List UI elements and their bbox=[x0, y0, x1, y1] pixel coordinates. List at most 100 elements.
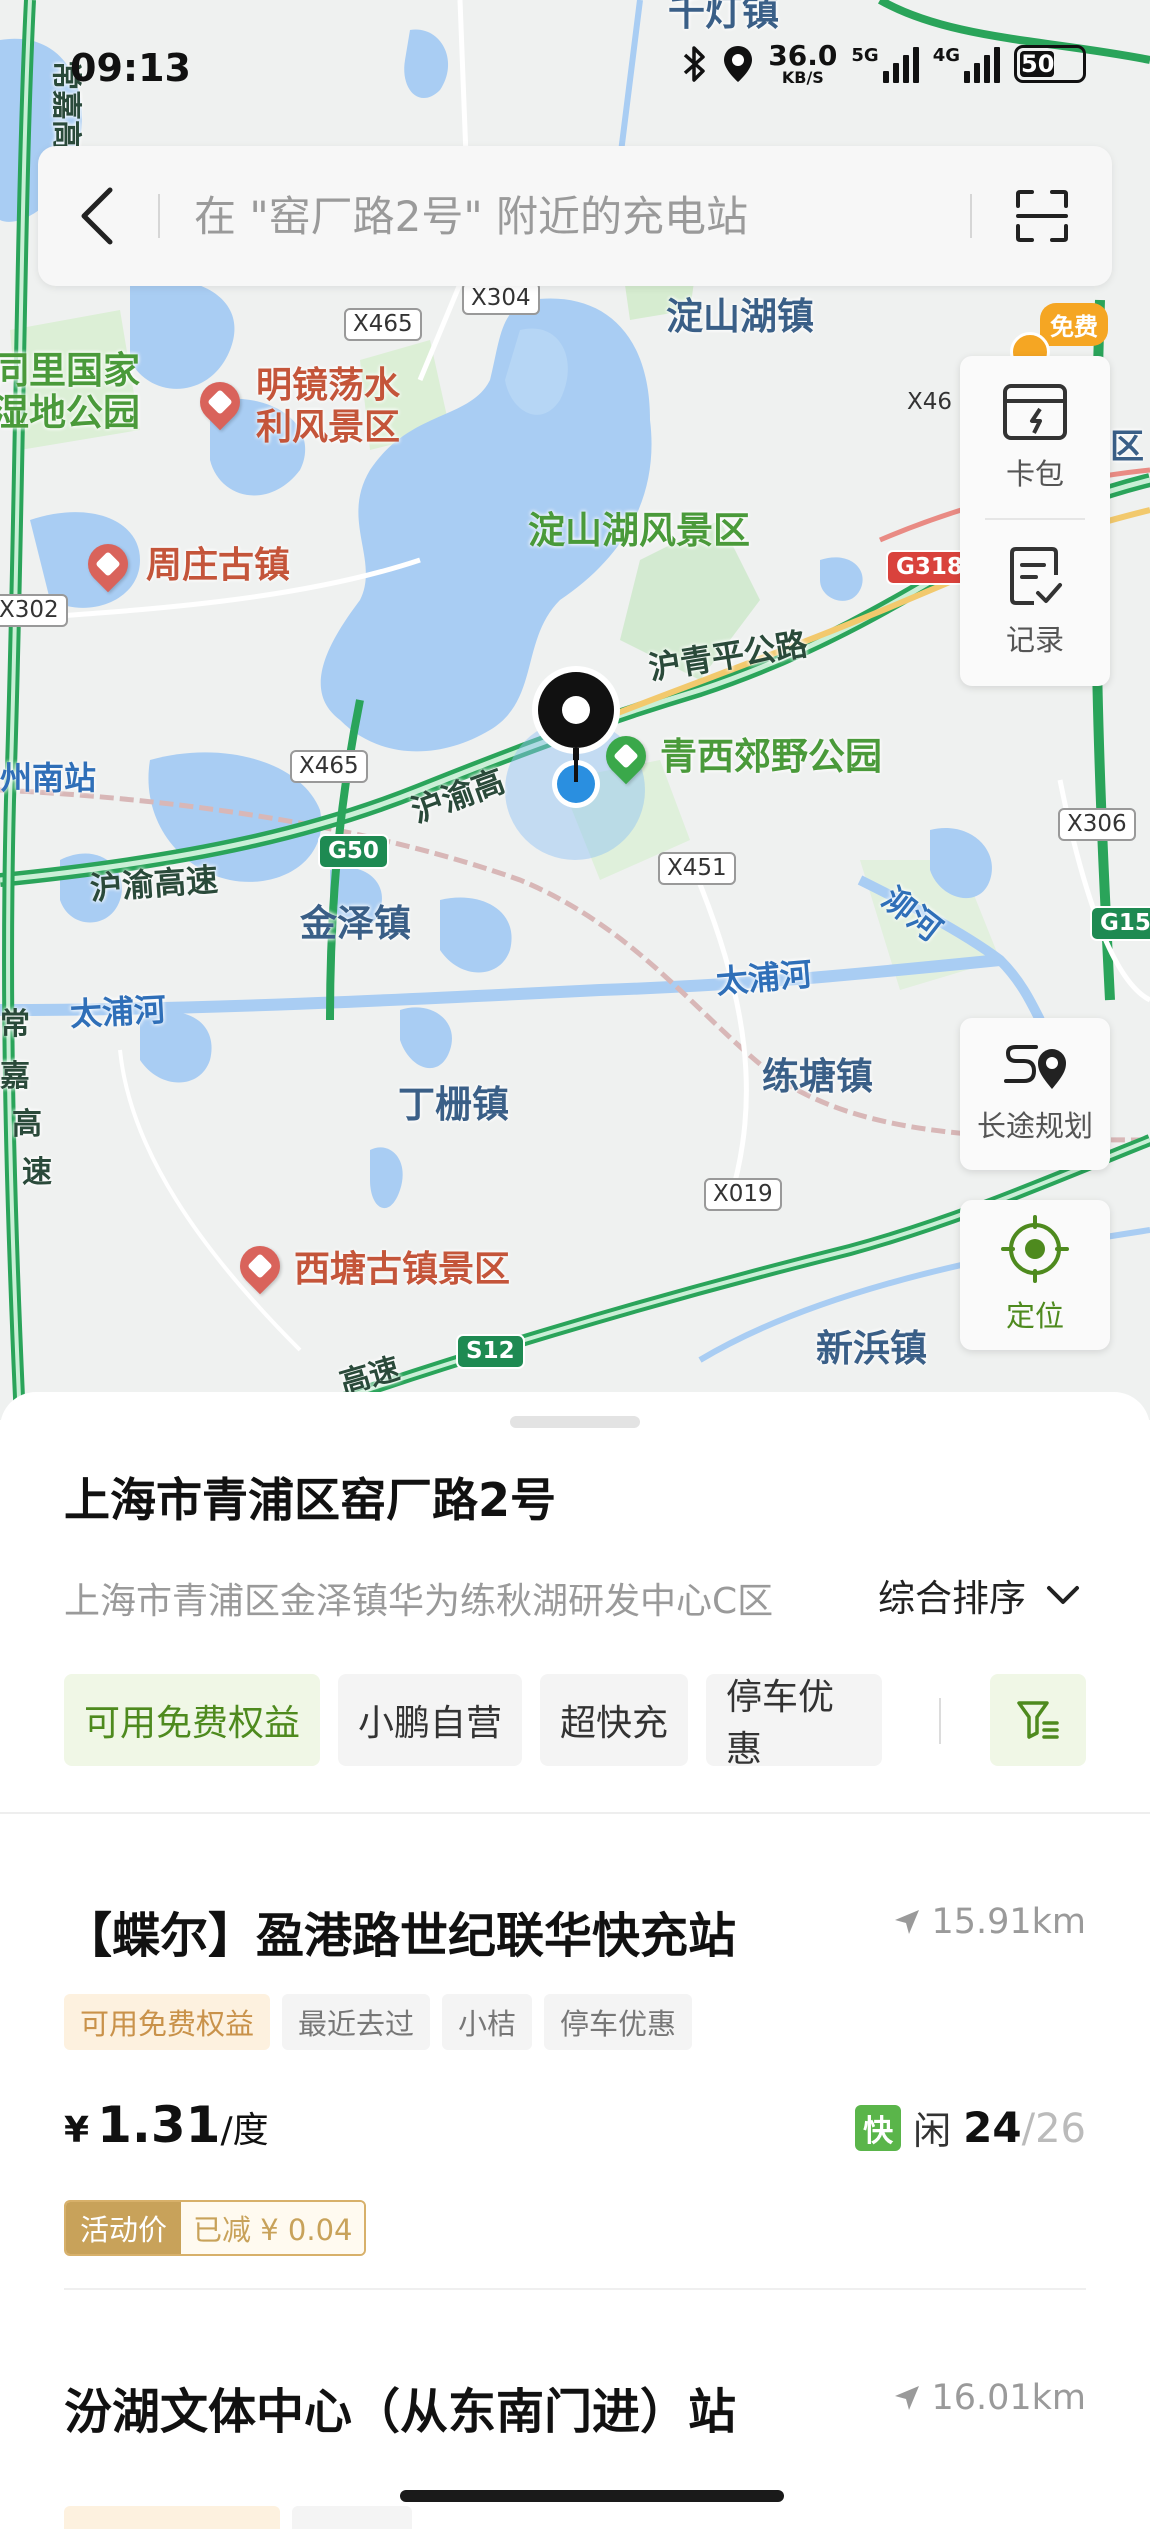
bottom-sheet: 上海市青浦区窑厂路2号 上海市青浦区金泽镇华为练秋湖研发中心C区 综合排序 可用… bbox=[0, 1392, 1150, 2529]
bluetooth-icon bbox=[684, 46, 706, 82]
highway-badge: S12 bbox=[456, 1334, 525, 1369]
tag-operator: 小桔 bbox=[442, 1994, 533, 2050]
locate-label: 定位 bbox=[1005, 1299, 1064, 1333]
back-button[interactable] bbox=[38, 146, 158, 286]
filter-icon bbox=[1017, 1701, 1059, 1739]
promo-value: 已减 ¥ 0.04 bbox=[181, 2202, 365, 2254]
signal-4g: 4G bbox=[933, 45, 1000, 83]
scan-icon bbox=[1016, 190, 1068, 242]
station-price: ¥ 1.31 /度 bbox=[64, 2096, 269, 2154]
wallet-label: 卡包 bbox=[1005, 457, 1064, 492]
map-label-town: 千灯镇 bbox=[668, 0, 779, 34]
route-plan-label: 长途规划 bbox=[976, 1109, 1093, 1143]
tag-parking-discount: 停车优惠 bbox=[544, 1994, 693, 2050]
records-button[interactable]: 记录 bbox=[1006, 545, 1064, 659]
map-label-poi: 明镜荡水 bbox=[256, 365, 401, 406]
locate-button[interactable]: 定位 bbox=[960, 1200, 1110, 1350]
free-charging-badge[interactable]: 免费 bbox=[1040, 303, 1108, 346]
map-label-town: 丁栅镇 bbox=[398, 1083, 509, 1126]
highway-badge: G15 bbox=[1090, 906, 1150, 941]
current-location-marker[interactable] bbox=[530, 664, 622, 814]
road-badge: X46 bbox=[907, 389, 953, 415]
location-icon bbox=[724, 46, 753, 82]
search-input[interactable] bbox=[160, 191, 970, 241]
divider bbox=[985, 517, 1085, 520]
filter-chips: 可用免费权益 小鹏自营 超快充 停车优惠 bbox=[64, 1674, 883, 1766]
scan-button[interactable] bbox=[972, 146, 1112, 286]
app-screen: 千灯镇 淀山湖镇 金泽镇 丁栅镇 练塘镇 新浜镇 淀山湖风景区 青西郊野公园 同… bbox=[0, 0, 1150, 2529]
search-bar bbox=[38, 146, 1112, 286]
navigation-arrow-icon bbox=[895, 2386, 920, 2410]
map-label-park: 湿地公园 bbox=[0, 391, 140, 434]
sort-dropdown[interactable]: 综合排序 bbox=[878, 1568, 1080, 1622]
chevron-down-icon bbox=[1047, 1586, 1079, 1604]
promo-badge: 活动价 已减 ¥ 0.04 bbox=[64, 2200, 367, 2256]
promo-label: 活动价 bbox=[66, 2202, 182, 2254]
map-label-town: 淀山湖镇 bbox=[666, 295, 814, 338]
net-speed-value: 36.0 bbox=[768, 39, 838, 72]
map-label-park: 同里国家 bbox=[0, 349, 140, 392]
place-subtitle: 上海市青浦区金泽镇华为练秋湖研发中心C区 bbox=[64, 1581, 774, 1622]
highway-badge: G50 bbox=[318, 834, 389, 869]
battery-icon: 50 bbox=[1014, 45, 1086, 83]
map-label-poi: 周庄古镇 bbox=[146, 545, 291, 586]
road-badge: X302 bbox=[0, 594, 68, 627]
map-label-road: 沪渝高速 bbox=[88, 860, 220, 908]
wallet-button[interactable]: 卡包 bbox=[1002, 383, 1068, 493]
signal-5g: 5G bbox=[851, 45, 919, 83]
tag-placeholder bbox=[292, 2506, 412, 2529]
map-label-poi: 利风景区 bbox=[256, 407, 401, 448]
distance-value: 16.01km bbox=[931, 2378, 1086, 2418]
chip-free-benefit[interactable]: 可用免费权益 bbox=[64, 1674, 321, 1766]
map-label-town: 金泽镇 bbox=[300, 902, 411, 945]
charger-availability: 快 闲 24/26 bbox=[855, 2100, 1086, 2155]
map-label-road: 高 bbox=[12, 1107, 42, 1142]
station-card[interactable]: 汾湖文体中心（从东南门进）站 16.01km bbox=[64, 2372, 1086, 2529]
road-badge: X465 bbox=[344, 308, 422, 341]
sheet-drag-handle[interactable] bbox=[510, 1416, 640, 1428]
navigation-arrow-icon bbox=[895, 1910, 920, 1934]
station-name: 【蝶尔】盈港路世纪联华快充站 bbox=[64, 1908, 737, 1964]
map-label-town: 练塘镇 bbox=[762, 1055, 873, 1098]
map-label-water: 太浦河 bbox=[69, 990, 167, 1034]
road-badge: X451 bbox=[658, 852, 736, 885]
chip-xpeng-owned[interactable]: 小鹏自营 bbox=[338, 1674, 523, 1766]
signal-4g-label: 4G bbox=[932, 45, 960, 66]
map-label-poi: 西塘古镇景区 bbox=[294, 1249, 511, 1290]
map-label-road: 常 bbox=[0, 1007, 30, 1042]
map-label-water: 太浦河 bbox=[714, 954, 814, 1002]
divider bbox=[0, 1812, 1150, 1814]
route-plan-button[interactable]: 长途规划 bbox=[960, 1018, 1110, 1170]
divider bbox=[64, 2288, 1086, 2290]
map-label-station: 州南站 bbox=[0, 759, 97, 797]
station-tags: 可用免费权益 最近去过 小桔 停车优惠 bbox=[64, 1994, 693, 2050]
map-label-edge: 区 bbox=[1110, 427, 1144, 467]
locate-crosshair-icon bbox=[1001, 1215, 1069, 1283]
road-badge: X306 bbox=[1058, 808, 1136, 841]
signal-bars-icon bbox=[964, 45, 1000, 83]
card-wallet-icon bbox=[1003, 384, 1067, 441]
sort-label: 综合排序 bbox=[878, 1577, 1026, 1620]
home-indicator[interactable] bbox=[400, 2490, 784, 2502]
chip-ultra-fast[interactable]: 超快充 bbox=[540, 1674, 689, 1766]
battery-level: 50 bbox=[1021, 50, 1055, 78]
chip-parking-discount[interactable]: 停车优惠 bbox=[706, 1674, 883, 1766]
price-value: 1.31 bbox=[97, 2096, 221, 2154]
records-icon bbox=[1009, 546, 1062, 605]
signal-bars-icon bbox=[882, 45, 919, 83]
station-name: 汾湖文体中心（从东南门进）站 bbox=[64, 2384, 737, 2440]
tag-placeholder bbox=[64, 2506, 280, 2529]
total-count: /26 bbox=[1021, 2106, 1086, 2152]
filter-button[interactable] bbox=[990, 1674, 1086, 1766]
station-tags bbox=[64, 2506, 412, 2529]
records-label: 记录 bbox=[1005, 622, 1064, 657]
route-plan-icon bbox=[1004, 1045, 1066, 1089]
map-label-park: 淀山湖风景区 bbox=[528, 509, 750, 552]
chevron-left-icon bbox=[81, 187, 113, 245]
net-speed: 36.0 KB/S bbox=[768, 42, 837, 86]
map-label-road: 嘉 bbox=[0, 1059, 30, 1094]
station-distance: 15.91km bbox=[893, 1902, 1086, 1942]
station-card[interactable]: 【蝶尔】盈港路世纪联华快充站 15.91km 可用免费权益 最近去过 小桔 停车… bbox=[64, 1896, 1086, 2276]
place-title: 上海市青浦区窑厂路2号 bbox=[64, 1473, 557, 1527]
idle-label: 闲 bbox=[913, 2109, 952, 2153]
